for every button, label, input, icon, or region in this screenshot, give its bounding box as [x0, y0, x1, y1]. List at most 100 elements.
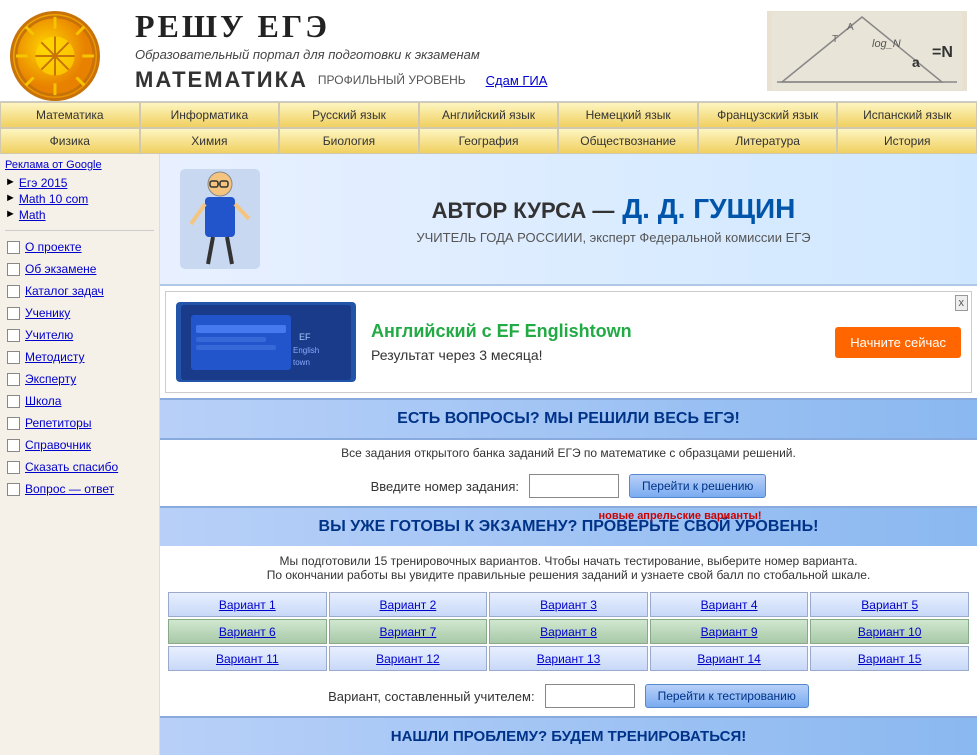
nav-math[interactable]: Математика	[0, 102, 140, 128]
variant-cell-8: Вариант 8	[489, 619, 648, 644]
sidebar-ad-item-2: ► Math 10 com	[5, 192, 154, 206]
task-number-input[interactable]	[529, 474, 619, 498]
sidebar-link-student[interactable]: Ученику	[25, 306, 70, 320]
variant-link-14[interactable]: Вариант 14	[697, 652, 761, 666]
svg-text:English: English	[293, 346, 319, 355]
variant-link-2[interactable]: Вариант 2	[379, 598, 436, 612]
author-image	[180, 169, 260, 269]
nav-informatics[interactable]: Информатика	[140, 102, 280, 128]
sidebar-ad-item-1: ► Егэ 2015	[5, 176, 154, 190]
english-ad-button[interactable]: Начните сейчас	[835, 327, 961, 358]
sidebar-link-thanks[interactable]: Сказать спасибо	[25, 460, 118, 474]
section3-header: НАШЛИ ПРОБЛЕМУ? БУДЕМ ТРЕНИРОВАТЬСЯ!	[160, 716, 977, 755]
variant-link-5[interactable]: Вариант 5	[861, 598, 918, 612]
sidebar-item-about-project[interactable]: О проекте	[5, 236, 154, 258]
sidebar-link-tutors[interactable]: Репетиторы	[25, 416, 91, 430]
variant-link-15[interactable]: Вариант 15	[858, 652, 922, 666]
gia-link[interactable]: Сдам ГИА	[486, 73, 548, 88]
variants-new-badge: новые апрельские варианты!	[599, 510, 762, 522]
english-ad-text: Английский с EF Englishtown Результат че…	[371, 321, 820, 363]
variant-link-12[interactable]: Вариант 12	[376, 652, 440, 666]
nav-geography[interactable]: География	[419, 128, 559, 154]
sidebar-checkbox-8[interactable]	[7, 395, 20, 408]
variant-link-3[interactable]: Вариант 3	[540, 598, 597, 612]
sidebar-link-methodist[interactable]: Методисту	[25, 350, 85, 364]
sidebar-checkbox-6[interactable]	[7, 351, 20, 364]
sidebar-ad-arrow-2: ►	[5, 192, 16, 204]
nav-biology[interactable]: Биология	[279, 128, 419, 154]
nav-social[interactable]: Обществознание	[558, 128, 698, 154]
svg-text:=N: =N	[932, 44, 953, 61]
variant-link-9[interactable]: Вариант 9	[701, 625, 758, 639]
nav-history[interactable]: История	[837, 128, 977, 154]
sidebar-item-teacher[interactable]: Учителю	[5, 324, 154, 346]
section2-header: ВЫ УЖЕ ГОТОВЫ К ЭКЗАМЕНУ? ПРОВЕРЬТЕ СВОЙ…	[160, 506, 977, 546]
sidebar-ad-link-3[interactable]: Math	[19, 208, 46, 222]
teacher-variant-area: Вариант, составленный учителем: Перейти …	[160, 676, 977, 716]
sidebar-item-handbook[interactable]: Справочник	[5, 434, 154, 456]
sidebar-checkbox-9[interactable]	[7, 417, 20, 430]
sidebar-link-about-project[interactable]: О проекте	[25, 240, 82, 254]
english-ad-subtitle: Результат через 3 месяца!	[371, 347, 820, 363]
teacher-variant-button[interactable]: Перейти к тестированию	[645, 684, 809, 708]
sidebar-ad-item-3: ► Math	[5, 208, 154, 222]
sidebar-link-about-exam[interactable]: Об экзамене	[25, 262, 96, 276]
variant-link-13[interactable]: Вариант 13	[537, 652, 601, 666]
svg-text:A: A	[847, 22, 854, 33]
sidebar-item-expert[interactable]: Эксперту	[5, 368, 154, 390]
variant-link-6[interactable]: Вариант 6	[219, 625, 276, 639]
sidebar-item-thanks[interactable]: Сказать спасибо	[5, 456, 154, 478]
nav-german[interactable]: Немецкий язык	[558, 102, 698, 128]
sidebar-link-handbook[interactable]: Справочник	[25, 438, 91, 452]
sidebar-link-teacher[interactable]: Учителю	[25, 328, 73, 342]
task-input-area: Введите номер задания: Перейти к решению	[160, 466, 977, 506]
sidebar-item-methodist[interactable]: Методисту	[5, 346, 154, 368]
nav-spanish[interactable]: Испанский язык	[837, 102, 977, 128]
variant-link-1[interactable]: Вариант 1	[219, 598, 276, 612]
sidebar-checkbox-10[interactable]	[7, 439, 20, 452]
variant-link-7[interactable]: Вариант 7	[379, 625, 436, 639]
sidebar-checkbox-1[interactable]	[7, 241, 20, 254]
variant-link-10[interactable]: Вариант 10	[858, 625, 922, 639]
task-solve-button[interactable]: Перейти к решению	[629, 474, 766, 498]
variant-cell-15: Вариант 15	[810, 646, 969, 671]
variant-link-11[interactable]: Вариант 11	[216, 652, 279, 666]
author-name: АВТОР КУРСА — Д. Д. ГУЩИН	[270, 193, 957, 225]
sidebar-link-catalog[interactable]: Каталог задач	[25, 284, 104, 298]
sidebar-item-tutors[interactable]: Репетиторы	[5, 412, 154, 434]
sidebar-checkbox-4[interactable]	[7, 307, 20, 320]
sidebar-checkbox-7[interactable]	[7, 373, 20, 386]
variant-link-4[interactable]: Вариант 4	[701, 598, 758, 612]
nav-russian[interactable]: Русский язык	[279, 102, 419, 128]
sidebar-ad-link-2[interactable]: Math 10 com	[19, 192, 88, 206]
svg-text:log_N: log_N	[872, 38, 901, 50]
sidebar-ad-link-1[interactable]: Егэ 2015	[19, 176, 68, 190]
sidebar-checkbox-3[interactable]	[7, 285, 20, 298]
sidebar-checkbox-2[interactable]	[7, 263, 20, 276]
sidebar-item-qa[interactable]: Вопрос — ответ	[5, 478, 154, 500]
teacher-variant-input[interactable]	[545, 684, 635, 708]
sidebar-checkbox-5[interactable]	[7, 329, 20, 342]
variant-link-8[interactable]: Вариант 8	[540, 625, 597, 639]
sidebar-item-about-exam[interactable]: Об экзамене	[5, 258, 154, 280]
sidebar-item-school[interactable]: Школа	[5, 390, 154, 412]
english-ad-close-icon[interactable]: x	[955, 295, 969, 311]
sidebar-link-qa[interactable]: Вопрос — ответ	[25, 482, 114, 496]
sidebar-checkbox-11[interactable]	[7, 461, 20, 474]
sidebar-link-school[interactable]: Школа	[25, 394, 61, 408]
variant-cell-11: Вариант 11	[168, 646, 327, 671]
sidebar-item-student[interactable]: Ученику	[5, 302, 154, 324]
nav-physics[interactable]: Физика	[0, 128, 140, 154]
variant-cell-14: Вариант 14	[650, 646, 809, 671]
sidebar-checkbox-12[interactable]	[7, 483, 20, 496]
nav-chemistry[interactable]: Химия	[140, 128, 280, 154]
author-figure	[180, 169, 270, 269]
nav-english[interactable]: Английский язык	[419, 102, 559, 128]
variant-cell-6: Вариант 6	[168, 619, 327, 644]
nav-french[interactable]: Французский язык	[698, 102, 838, 128]
nav-literature[interactable]: Литература	[698, 128, 838, 154]
variants-desc-line2: По окончании работы вы увидите правильны…	[175, 568, 962, 582]
sidebar-link-expert[interactable]: Эксперту	[25, 372, 76, 386]
sidebar-item-catalog[interactable]: Каталог задач	[5, 280, 154, 302]
variant-cell-12: Вариант 12	[329, 646, 488, 671]
